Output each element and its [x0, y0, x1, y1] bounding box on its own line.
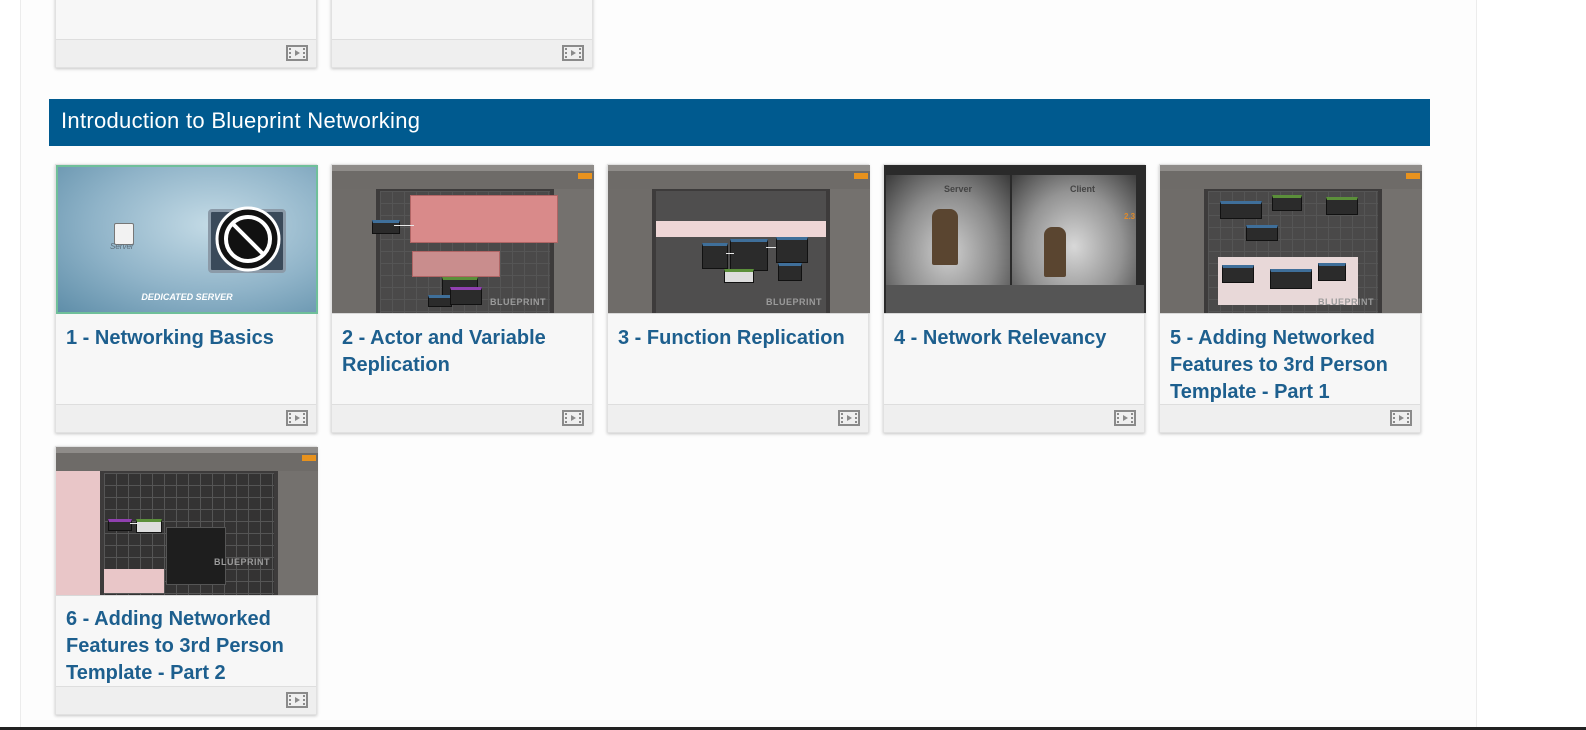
section-title: Introduction to Blueprint Networking — [61, 108, 421, 133]
card-footer — [884, 404, 1144, 432]
no-entry-icon — [215, 206, 281, 272]
video-card-3[interactable]: BLUEPRINT 3 - Function Replication — [607, 164, 870, 433]
film-icon — [562, 45, 584, 61]
card-footer — [608, 404, 868, 432]
section-header: Introduction to Blueprint Networking — [49, 99, 1430, 146]
server-label: Server — [110, 242, 134, 251]
video-thumbnail[interactable]: BLUEPRINT — [56, 447, 318, 596]
card-footer — [56, 39, 316, 67]
film-icon — [286, 692, 308, 708]
film-icon — [562, 410, 584, 426]
film-icon — [838, 410, 860, 426]
video-title[interactable]: 1 - Networking Basics — [66, 325, 310, 352]
video-thumbnail[interactable]: Server DEDICATED SERVER — [56, 165, 318, 314]
editor-screenshot: BLUEPRINT — [1160, 165, 1422, 313]
film-icon — [1390, 410, 1412, 426]
thumbnail-caption: DEDICATED SERVER — [141, 292, 233, 302]
card-footer — [56, 686, 316, 714]
video-title[interactable]: 4 - Network Relevancy — [894, 325, 1138, 352]
editor-screenshot: BLUEPRINT — [608, 165, 870, 313]
video-title[interactable]: 5 - Adding Networked Features to 3rd Per… — [1170, 325, 1414, 406]
character-server — [932, 209, 958, 265]
editor-screenshot: BLUEPRINT — [56, 447, 318, 595]
card-footer — [56, 404, 316, 432]
video-title[interactable]: 6 - Adding Networked Features to 3rd Per… — [66, 606, 310, 687]
video-thumbnail[interactable]: BLUEPRINT — [332, 165, 594, 314]
video-thumbnail[interactable]: BLUEPRINT — [1160, 165, 1422, 314]
value-label: 2.3 — [1124, 212, 1136, 221]
video-card-6[interactable]: BLUEPRINT 6 - Adding Networked Features … — [55, 446, 318, 715]
video-thumbnail[interactable]: Server Client 2.3 — [884, 165, 1146, 314]
server-label: Server — [944, 184, 973, 194]
character-client — [1044, 227, 1066, 277]
film-icon — [286, 410, 308, 426]
video-card-5[interactable]: BLUEPRINT 5 - Adding Networked Features … — [1159, 164, 1422, 433]
video-card-previous-1[interactable] — [55, 0, 317, 68]
context-menu — [166, 527, 226, 585]
card-footer — [332, 404, 592, 432]
card-footer — [1160, 404, 1420, 432]
video-title[interactable]: 2 - Actor and Variable Replication — [342, 325, 586, 379]
blueprint-label: BLUEPRINT — [766, 297, 822, 307]
client-label: Client — [1070, 184, 1096, 194]
video-thumbnail[interactable]: BLUEPRINT — [608, 165, 870, 314]
card-footer — [332, 39, 592, 67]
blueprint-label: BLUEPRINT — [1318, 297, 1374, 307]
editor-screenshot: BLUEPRINT — [332, 165, 594, 313]
video-title[interactable]: 3 - Function Replication — [618, 325, 862, 352]
blueprint-label: BLUEPRINT — [490, 297, 546, 307]
film-icon — [1114, 410, 1136, 426]
film-icon — [286, 45, 308, 61]
status-bar — [886, 285, 1144, 313]
video-card-4[interactable]: Server Client 2.3 4 - Network Relevancy — [883, 164, 1146, 433]
blueprint-label: BLUEPRINT — [214, 557, 270, 567]
video-card-2[interactable]: BLUEPRINT 2 - Actor and Variable Replica… — [331, 164, 594, 433]
video-card-previous-2[interactable] — [331, 0, 593, 68]
video-card-1[interactable]: Server DEDICATED SERVER 1 - Networking B… — [55, 164, 318, 433]
